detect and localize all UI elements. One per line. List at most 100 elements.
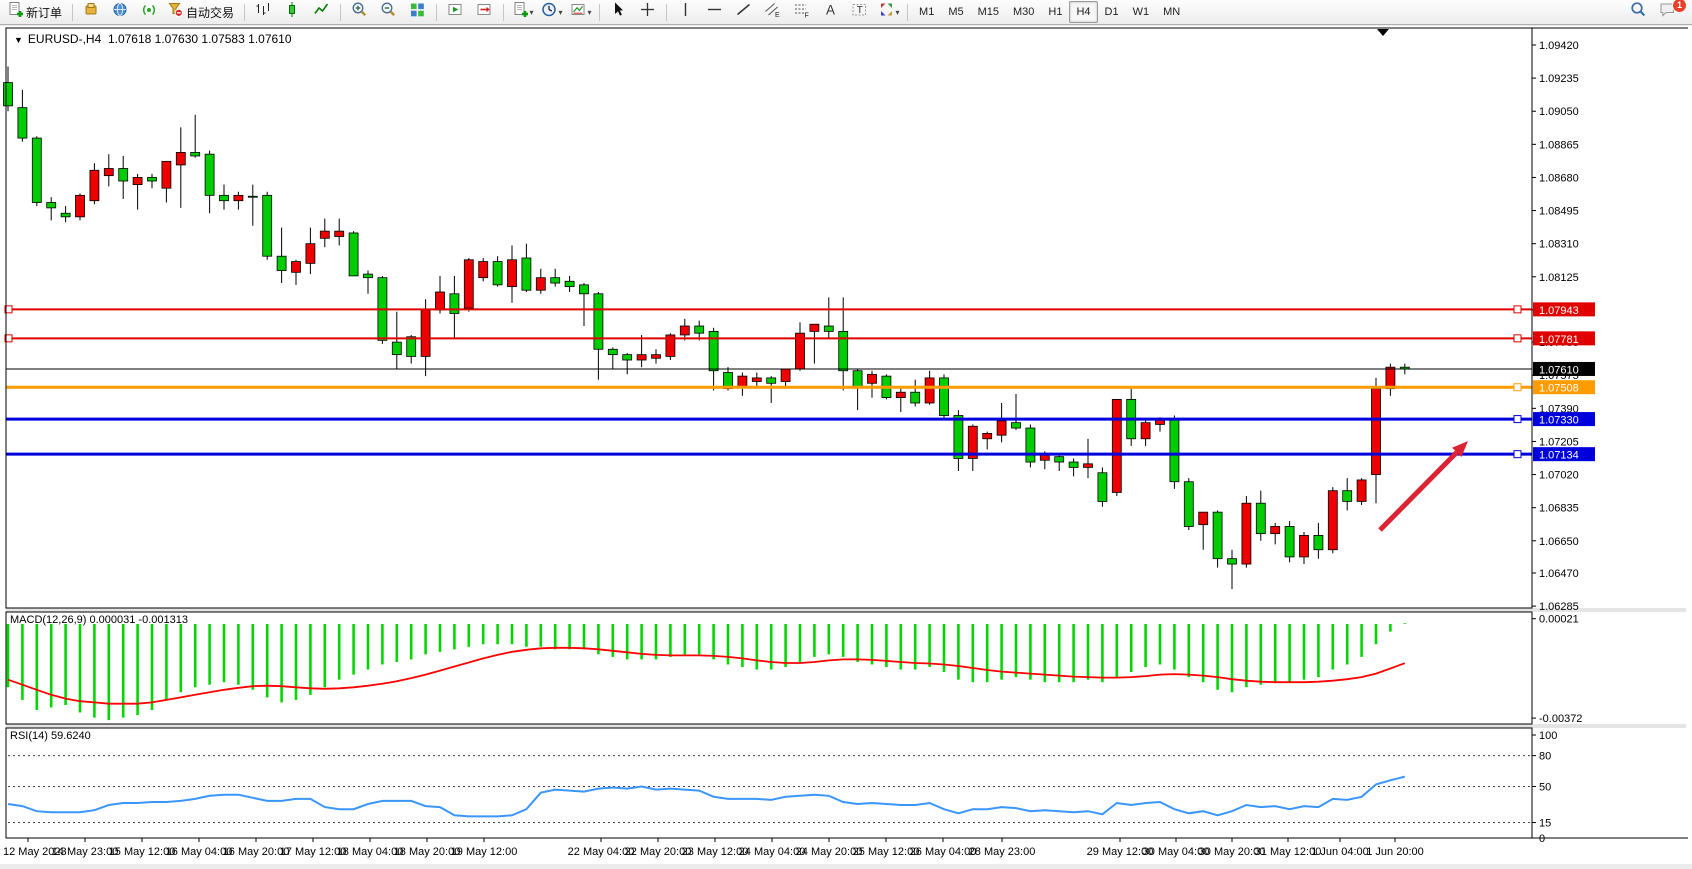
arrows-icon-icon: [878, 1, 895, 23]
crosshair-icon[interactable]: [633, 1, 662, 24]
tile-windows-icon[interactable]: [403, 1, 432, 24]
new-order-button-label: 新订单: [26, 4, 62, 21]
signals-icon-icon: [141, 1, 158, 23]
toolbar-divider: [599, 4, 600, 21]
equidistant-channel-icon[interactable]: E: [758, 1, 787, 24]
time-axis-label: 26 May 04:00: [910, 846, 977, 858]
periods-icon-icon: [541, 1, 558, 23]
equidistant-channel-icon-icon: E: [764, 1, 781, 23]
pane-splitter[interactable]: [6, 608, 1686, 612]
timeframe-d1-button[interactable]: D1: [1098, 1, 1126, 23]
timeframe-m1-button[interactable]: M1: [912, 1, 941, 23]
cursor-icon-icon: [610, 1, 627, 23]
cursor-icon[interactable]: [604, 1, 633, 24]
horizontal-line-icon[interactable]: [700, 1, 729, 24]
bar-chart-icon-icon: [255, 1, 272, 23]
trendline-icon-icon: [735, 1, 752, 23]
vertical-line-icon[interactable]: [671, 1, 700, 24]
candlestick-chart-icon[interactable]: [278, 1, 307, 24]
notifications-button[interactable]: 1: [1653, 1, 1682, 24]
new-order-icon: [7, 1, 24, 23]
signals-icon[interactable]: [135, 1, 164, 24]
auto-scroll-icon[interactable]: [441, 1, 470, 24]
chevron-down-icon[interactable]: ▾: [530, 8, 534, 17]
timeframe-m5-button[interactable]: M5: [941, 1, 970, 23]
price-axis-label: 1.07205: [1539, 436, 1579, 448]
chevron-down-icon[interactable]: ▾: [559, 8, 563, 17]
price-axis-label: 1.06835: [1539, 503, 1579, 515]
price-badge-label: 1.07134: [1539, 450, 1579, 462]
rsi-axis-label: 15: [1539, 818, 1551, 830]
chevron-down-icon[interactable]: ▾: [896, 8, 900, 17]
price-axis-label: 1.09235: [1539, 73, 1579, 85]
timeframe-m15-button[interactable]: M15: [971, 1, 1006, 23]
search-button[interactable]: [1624, 1, 1653, 24]
auto-trading-button-label: 自动交易: [186, 4, 234, 21]
indicators-icon[interactable]: ▾: [508, 1, 537, 24]
price-axis-label: 1.07020: [1539, 470, 1579, 482]
pane-splitter[interactable]: [6, 724, 1686, 728]
price-axis-label: 1.09420: [1539, 40, 1579, 52]
toolbar-divider: [72, 4, 73, 21]
price-axis-label: 1.09050: [1539, 106, 1579, 118]
svg-text:E: E: [775, 12, 780, 18]
line-chart-icon[interactable]: [307, 1, 336, 24]
bar-chart-icon[interactable]: [249, 1, 278, 24]
rsi-axis-label: 80: [1539, 751, 1551, 763]
price-axis-label: 1.06650: [1539, 536, 1579, 548]
fibonacci-icon-icon: F: [793, 1, 810, 23]
community-icon[interactable]: [106, 1, 135, 24]
ohlc-low: 1.07583: [201, 32, 244, 46]
toolbar-divider: [907, 4, 908, 21]
timeframe-h1-button[interactable]: H1: [1041, 1, 1069, 23]
candlestick-chart-icon-icon: [284, 1, 301, 23]
horizontal-line-icon-icon: [706, 1, 723, 23]
ohlc-open: 1.07618: [108, 32, 151, 46]
timeframe-m30-button[interactable]: M30: [1006, 1, 1041, 23]
new-order-button[interactable]: 新订单: [4, 1, 68, 24]
zoom-out-icon-icon: [380, 1, 397, 23]
time-axis-label: 1 Jun 04:00: [1311, 846, 1369, 858]
zoom-in-icon-icon: [351, 1, 368, 23]
macd-axis-label: 0.00021: [1539, 614, 1579, 626]
price-axis-label: 1.08680: [1539, 172, 1579, 184]
trendline-icon[interactable]: [729, 1, 758, 24]
zoom-in-icon[interactable]: [345, 1, 374, 24]
svg-text:T: T: [857, 5, 863, 16]
macd-axis-label: -0.00372: [1539, 713, 1582, 725]
timeframe-w1-button[interactable]: W1: [1126, 1, 1157, 23]
vertical-line-icon-icon: [677, 1, 694, 23]
crosshair-icon-icon: [639, 1, 656, 23]
toolbar: 新订单 自动交易 ▾ ▾ ▾ E F A T ▾ M1M5M15M30H1H4D1W1MN 1: [0, 0, 1692, 25]
chart-window[interactable]: 1.09420 1.09235 1.09050 1.08865 1.08680 1.084…: [0, 26, 1692, 864]
community-icon-icon: [112, 1, 129, 23]
chevron-down-icon[interactable]: ▾: [588, 8, 592, 17]
svg-text:A: A: [826, 3, 835, 18]
price-axis-label: 1.08310: [1539, 239, 1579, 251]
time-axis-label: 28 May 23:00: [969, 846, 1036, 858]
market-watch-icon[interactable]: [77, 1, 106, 24]
timeframe-h4-button[interactable]: H4: [1069, 1, 1097, 23]
text-label-icon[interactable]: T: [845, 1, 874, 24]
text-icon[interactable]: A: [816, 1, 845, 24]
periods-icon[interactable]: ▾: [537, 1, 566, 24]
ohlc-close: 1.07610: [248, 32, 291, 46]
rsi-axis-label: 50: [1539, 782, 1551, 794]
chart-shift-icon[interactable]: [470, 1, 499, 24]
arrows-icon[interactable]: ▾: [874, 1, 903, 24]
symbol-dropdown-icon[interactable]: ▼: [14, 35, 23, 45]
zoom-out-icon[interactable]: [374, 1, 403, 24]
time-axis-label: 19 May 12:00: [451, 846, 518, 858]
tile-windows-icon-icon: [409, 1, 426, 23]
auto-trading-button[interactable]: 自动交易: [164, 1, 240, 24]
price-axis-label: 1.08495: [1539, 206, 1579, 218]
timeframe-mn-button[interactable]: MN: [1156, 1, 1187, 23]
templates-icon[interactable]: ▾: [566, 1, 595, 24]
price-badge-label: 1.07610: [1539, 364, 1579, 376]
chart-canvas[interactable]: 1.09420 1.09235 1.09050 1.08865 1.08680 1.084…: [0, 26, 1692, 864]
macd-indicator-label: MACD(12,26,9) 0.000031 -0.001313: [10, 614, 188, 626]
chart-shift-icon-icon: [476, 1, 493, 23]
fibonacci-icon[interactable]: F: [787, 1, 816, 24]
price-badge-label: 1.07508: [1539, 383, 1579, 395]
price-axis-label: 1.08865: [1539, 139, 1579, 151]
